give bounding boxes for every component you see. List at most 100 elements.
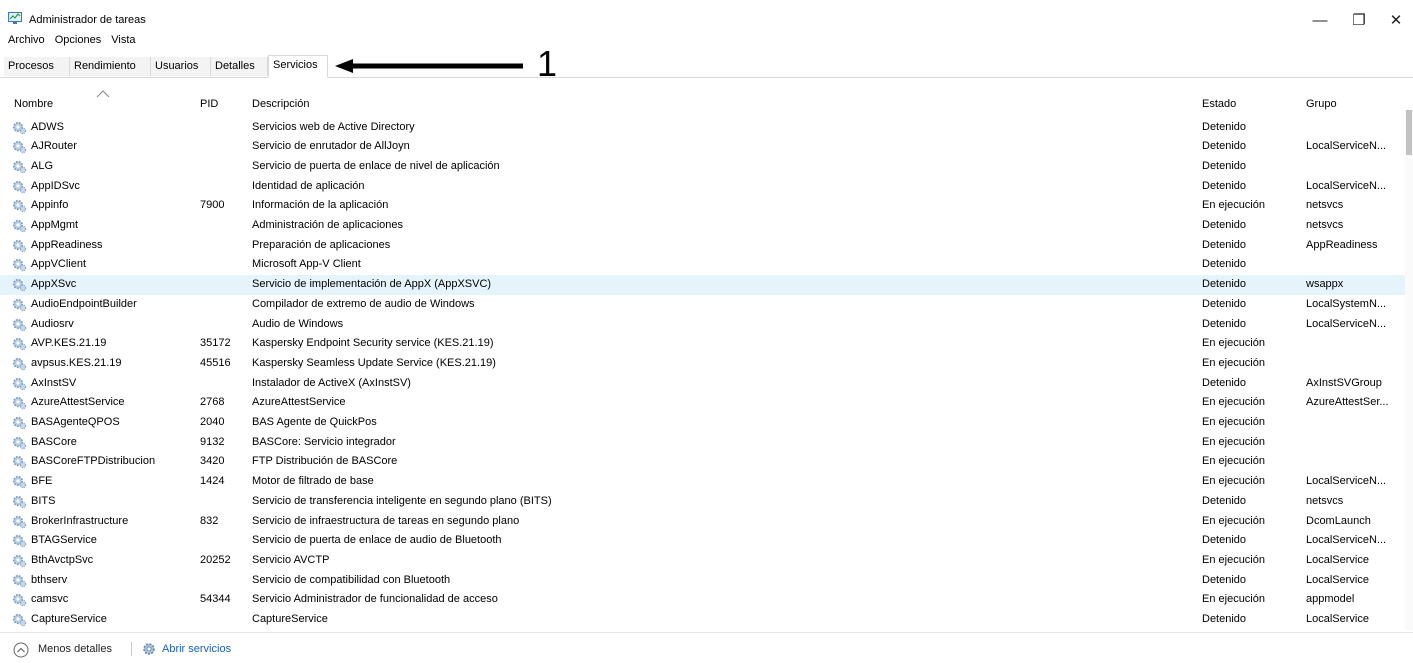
- service-name: Audiosrv: [31, 317, 74, 330]
- service-description: Identidad de aplicación: [252, 179, 365, 192]
- service-description: BAS Agente de QuickPos: [252, 416, 377, 428]
- table-row[interactable]: BASCoreFTPDistribucion 3420 FTP Distribuci…: [0, 452, 1405, 472]
- tab-procesos[interactable]: Procesos: [4, 57, 70, 76]
- service-group: LocalService: [1306, 573, 1369, 586]
- service-gear-icon: [12, 475, 27, 489]
- table-row[interactable]: BTAGService Servicio de puerta de enlace …: [0, 531, 1405, 551]
- column-nombre[interactable]: Nombre: [14, 98, 53, 110]
- table-row[interactable]: AudioEndpointBuilder Compilador de extrem…: [0, 295, 1405, 315]
- service-name: BthAvctpSvc: [31, 553, 94, 566]
- service-state: En ejecución: [1202, 514, 1265, 527]
- service-state: En ejecución: [1202, 593, 1265, 606]
- tab-usuarios[interactable]: Usuarios: [151, 57, 211, 76]
- service-group: LocalServiceN...: [1306, 317, 1387, 330]
- table-row[interactable]: BrokerInfrastructure 832 Servicio de infra…: [0, 512, 1405, 532]
- table-row[interactable]: ADWS Servicios web de Active Directory Det…: [0, 118, 1405, 138]
- service-gear-icon: [12, 495, 27, 508]
- table-row[interactable]: ALG Servicio de puerta de enlace de nivel…: [0, 157, 1405, 177]
- services-gear-icon[interactable]: [141, 641, 157, 657]
- service-name: AppXSvc: [31, 278, 77, 291]
- service-gear-icon: [12, 239, 27, 252]
- service-description: AzureAttestService: [252, 396, 346, 409]
- tab-rendimiento[interactable]: Rendimiento: [70, 57, 151, 76]
- minimize-button[interactable]: —: [1300, 6, 1340, 36]
- service-pid: 35172: [200, 337, 231, 350]
- table-row[interactable]: AppVClient Microsoft App-V Client Detenido: [0, 255, 1405, 275]
- service-gear-icon: [12, 278, 27, 292]
- menu-vista[interactable]: Vista: [111, 34, 135, 46]
- service-group: LocalServiceN...: [1306, 475, 1387, 488]
- service-description: Motor de filtrado de base: [252, 475, 374, 488]
- chevron-up-circle-icon[interactable]: [13, 642, 29, 658]
- table-row[interactable]: Audiosrv Audio de Windows Detenido LocalSer…: [0, 315, 1405, 335]
- service-name: avpsus.KES.21.19: [31, 356, 122, 369]
- table-row[interactable]: AxInstSV Instalador de ActiveX (AxInstSV)…: [0, 374, 1405, 394]
- service-pid: 45516: [200, 356, 231, 369]
- service-name: AppMgmt: [31, 219, 79, 231]
- table-row[interactable]: camsvc 54344 Servicio Administrador de fun…: [0, 590, 1405, 610]
- table-header: Nombre PID Descripción Estado Grupo: [0, 90, 1413, 116]
- service-state: En ejecución: [1202, 435, 1265, 448]
- table-row[interactable]: avpsus.KES.21.19 45516 Kaspersky Seamless …: [0, 354, 1405, 374]
- service-state: Detenido: [1202, 613, 1247, 625]
- service-group: LocalServiceN...: [1306, 534, 1387, 547]
- table-row[interactable]: BITS Servicio de transferencia inteligent…: [0, 492, 1405, 512]
- service-name: BASCore: [31, 435, 77, 448]
- table-row[interactable]: AJRouter Servicio de enrutador de AllJoyn…: [0, 137, 1405, 157]
- service-group: AxInstSVGroup: [1306, 376, 1382, 389]
- table-row[interactable]: AzureAttestService 2768 AzureAttestService…: [0, 393, 1405, 413]
- service-name: BFE: [31, 475, 53, 488]
- tab-detalles[interactable]: Detalles: [211, 57, 268, 76]
- service-description: Administración de aplicaciones: [252, 219, 404, 231]
- menu-opciones[interactable]: Opciones: [55, 34, 101, 46]
- column-pid[interactable]: PID: [200, 98, 218, 110]
- table-row[interactable]: AppIDSvc Identidad de aplicación Detenido L…: [0, 177, 1405, 197]
- table-row[interactable]: AppMgmt Administración de aplicaciones Det…: [0, 216, 1405, 236]
- table-row[interactable]: AVP.KES.21.19 35172 Kaspersky Endpoint Sec…: [0, 334, 1405, 354]
- service-description: Servicio de infraestructura de tareas en…: [252, 514, 520, 527]
- service-pid: 3420: [200, 455, 225, 468]
- service-name: CaptureService: [31, 613, 107, 625]
- scrollbar-thumb[interactable]: [1406, 110, 1412, 155]
- service-gear-icon: [12, 397, 27, 410]
- table-row[interactable]: BASAgenteQPOS 2040 BAS Agente de QuickPos E…: [0, 413, 1405, 433]
- fewer-details-button[interactable]: Menos detalles: [38, 643, 112, 655]
- service-name: Appinfo: [31, 199, 69, 212]
- service-description: Kaspersky Seamless Update Service (KES.2…: [252, 356, 496, 369]
- table-row[interactable]: AppXSvc Servicio de implementación de App…: [0, 275, 1405, 295]
- footer-divider: [131, 642, 132, 656]
- service-pid: 2040: [200, 416, 225, 428]
- service-description: Compilador de extremo de audio de Window…: [252, 297, 475, 310]
- column-estado[interactable]: Estado: [1202, 98, 1236, 110]
- service-gear-icon: [12, 574, 27, 587]
- service-state: En ejecución: [1202, 475, 1265, 488]
- service-state: Detenido: [1202, 376, 1247, 389]
- table-row[interactable]: BASCore 9132 BASCore: Servicio integrador E…: [0, 433, 1405, 453]
- task-manager-icon: [8, 12, 22, 24]
- service-description: Servicio de implementación de AppX (AppX…: [252, 278, 492, 291]
- table-row[interactable]: Appinfo 7900 Información de la aplicación E…: [0, 196, 1405, 216]
- column-descripcion[interactable]: Descripción: [252, 98, 309, 110]
- service-name: BrokerInfrastructure: [31, 514, 129, 527]
- tab-servicios[interactable]: Servicios: [268, 55, 328, 78]
- menu-archivo[interactable]: Archivo: [8, 34, 45, 46]
- table-row[interactable]: BthAvctpSvc 20252 Servicio AVCTP En ejecuci…: [0, 551, 1405, 571]
- service-state: En ejecución: [1202, 553, 1265, 566]
- table-row[interactable]: CaptureService CaptureService Detenido Loca…: [0, 610, 1405, 630]
- close-button[interactable]: ✕: [1376, 6, 1413, 36]
- open-services-link[interactable]: Abrir servicios: [162, 643, 231, 655]
- table-row[interactable]: AppReadiness Preparación de aplicaciones D…: [0, 236, 1405, 256]
- service-name: AppIDSvc: [31, 179, 80, 192]
- service-gear-icon: [12, 456, 27, 469]
- service-description: Servicio de transferencia inteligente en…: [252, 494, 552, 507]
- column-grupo[interactable]: Grupo: [1306, 98, 1337, 110]
- service-state: Detenido: [1202, 258, 1247, 271]
- vertical-scrollbar[interactable]: [1405, 110, 1413, 630]
- table-row[interactable]: bthserv Servicio de compatibilidad con Bl…: [0, 571, 1405, 591]
- maximize-button[interactable]: ❐: [1339, 6, 1379, 36]
- service-state: En ejecución: [1202, 416, 1265, 428]
- table-row[interactable]: BFE 1424 Motor de filtrado de base En ejecu…: [0, 472, 1405, 492]
- service-description: CaptureService: [252, 613, 328, 625]
- service-state: En ejecución: [1202, 199, 1265, 212]
- service-description: BASCore: Servicio integrador: [252, 435, 396, 448]
